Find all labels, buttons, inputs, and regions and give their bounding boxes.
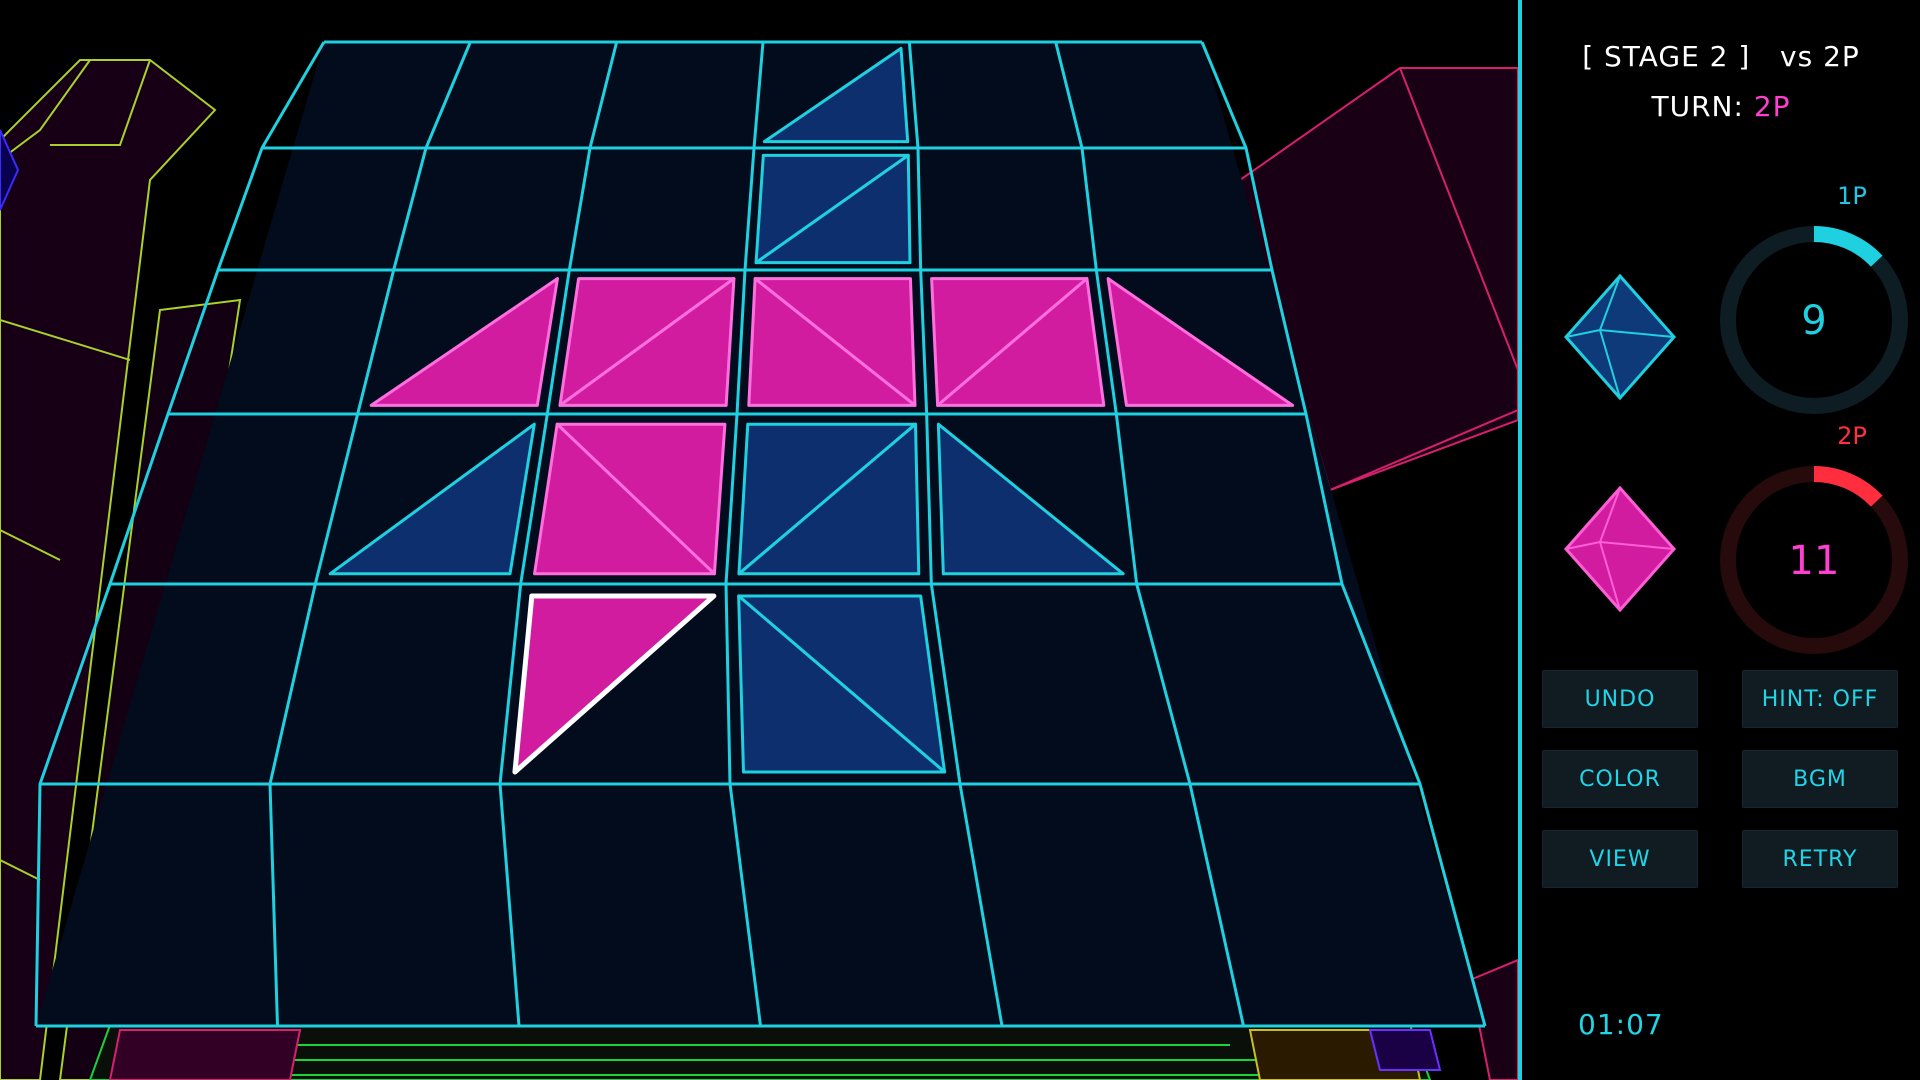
- mode-label: vs 2P: [1780, 40, 1860, 73]
- player2-label: 2P: [1837, 422, 1867, 450]
- turn-label: TURN:: [1651, 90, 1744, 123]
- stage-title: [ STAGE 2 ] vs 2P: [1522, 40, 1920, 73]
- turn-value: 2P: [1753, 90, 1791, 123]
- retry-button[interactable]: RETRY: [1742, 830, 1898, 888]
- player2-gem-icon: [1563, 485, 1677, 613]
- turn-indicator: TURN: 2P: [1522, 90, 1920, 123]
- game-scene: [0, 40, 1518, 1080]
- view-button[interactable]: VIEW: [1542, 830, 1698, 888]
- side-panel: [ STAGE 2 ] vs 2P TURN: 2P 1P 9 2P 11 UN…: [1518, 0, 1920, 1080]
- stage-label: [ STAGE 2 ]: [1582, 40, 1751, 73]
- player1-label: 1P: [1837, 182, 1867, 210]
- player1-score-ring: 9: [1720, 226, 1908, 414]
- background-stairs: [88, 1024, 1442, 1080]
- hint-toggle-button[interactable]: HINT: OFF: [1742, 670, 1898, 728]
- game-timer: 01:07: [1578, 1008, 1664, 1041]
- undo-button[interactable]: UNDO: [1542, 670, 1698, 728]
- player1-score: 9: [1801, 298, 1826, 344]
- bgm-button[interactable]: BGM: [1742, 750, 1898, 808]
- player2-score: 11: [1789, 538, 1840, 584]
- player2-score-ring: 11: [1720, 466, 1908, 654]
- color-button[interactable]: COLOR: [1542, 750, 1698, 808]
- player1-gem-icon: [1563, 273, 1677, 401]
